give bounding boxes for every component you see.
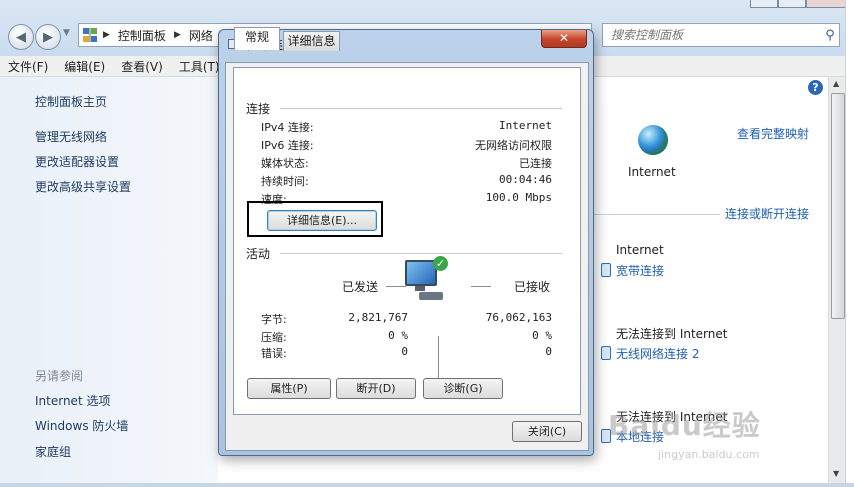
window-close-button[interactable] xyxy=(806,0,848,8)
recent-pages-dropdown-icon[interactable]: ▼ xyxy=(63,28,70,38)
errors-sent-value: 0 xyxy=(401,345,408,358)
received-label: 已接收 xyxy=(514,280,551,294)
watermark-url: jingyan.baidu.com xyxy=(658,448,760,461)
scroll-up-icon[interactable]: ▲ xyxy=(833,79,839,88)
search-icon[interactable]: ⚲ xyxy=(821,28,839,43)
sidebar-item-firewall[interactable]: Windows 防火墙 xyxy=(35,417,128,434)
tab-general[interactable]: 常规 xyxy=(234,27,280,50)
watermark: Baidu经验 jingyan.baidu.com xyxy=(608,398,816,468)
close-button[interactable]: 关闭(C) xyxy=(512,421,582,442)
diagnose-button[interactable]: 诊断(G) xyxy=(423,378,503,399)
sidebar-item-manage-wireless[interactable]: 管理无线网络 xyxy=(35,128,107,145)
ipv6-label: IPv6 连接: xyxy=(261,139,314,152)
highlight-box xyxy=(247,201,383,237)
watermark-logo: Baidu经验 xyxy=(608,409,761,442)
connection-link-broadband[interactable]: 宽带连接 xyxy=(616,262,664,279)
network-activity-icon: ✓ xyxy=(401,256,457,302)
modem-icon xyxy=(419,292,443,300)
see-also-heading: 另请参阅 xyxy=(35,369,84,383)
maximize-button[interactable] xyxy=(778,0,806,8)
bytes-sent-value: 2,821,767 xyxy=(348,311,408,324)
back-arrow-icon: ◀ xyxy=(16,29,26,45)
search-input[interactable] xyxy=(609,25,821,45)
network-access-2: 无法连接到 Internet xyxy=(616,327,728,341)
window-border xyxy=(0,483,854,487)
connection-status-dialog: 宽带连接 状态 ✕ 常规 详细信息 连接 IPv4 连接: Internet I… xyxy=(218,27,594,456)
speed-value: 100.0 Mbps xyxy=(485,191,552,204)
back-button[interactable]: ◀ xyxy=(8,24,34,50)
sidebar: 控制面板主页 管理无线网络 更改适配器设置 更改高级共享设置 另请参阅 Inte… xyxy=(0,77,218,483)
group-divider xyxy=(280,108,562,109)
internet-map-label: Internet xyxy=(628,165,676,179)
bytes-label: 字节: xyxy=(261,313,287,326)
checkmark-icon: ✓ xyxy=(433,256,448,271)
forward-arrow-icon: ▶ xyxy=(43,29,53,45)
ipv4-value: Internet xyxy=(499,119,552,132)
disable-button[interactable]: 断开(D) xyxy=(336,378,416,399)
general-tab-panel: 连接 IPv4 连接: Internet IPv6 连接: 无网络访问权限 媒体… xyxy=(233,67,581,415)
duration-value: 00:04:46 xyxy=(499,173,552,186)
sidebar-item-adapter-settings[interactable]: 更改适配器设置 xyxy=(35,153,119,170)
control-panel-icon xyxy=(83,28,97,42)
media-state-label: 媒体状态: xyxy=(261,157,309,170)
divider xyxy=(594,214,720,215)
menu-file[interactable]: 文件(F) xyxy=(0,58,56,75)
close-icon: ✕ xyxy=(558,31,570,45)
sidebar-item-homegroup[interactable]: 家庭组 xyxy=(35,443,71,460)
sidebar-home-link[interactable]: 控制面板主页 xyxy=(35,93,107,110)
sidebar-item-internet-options[interactable]: Internet 选项 xyxy=(35,392,110,409)
errors-received-value: 0 xyxy=(545,345,552,358)
dialog-close-button[interactable]: ✕ xyxy=(541,30,587,48)
menu-view[interactable]: 查看(V) xyxy=(113,58,171,75)
forward-button[interactable]: ▶ xyxy=(35,24,61,50)
duration-label: 持续时间: xyxy=(261,175,309,188)
group-divider xyxy=(280,253,562,254)
ipv4-label: IPv4 连接: xyxy=(261,121,314,134)
chevron-right-icon: ▶ xyxy=(173,30,181,40)
sidebar-item-sharing-settings[interactable]: 更改高级共享设置 xyxy=(35,178,131,195)
minimize-button[interactable] xyxy=(750,0,778,8)
tab-details[interactable]: 详细信息 xyxy=(283,31,340,51)
sent-label: 已发送 xyxy=(342,280,379,294)
view-full-map-link[interactable]: 查看完整映射 xyxy=(737,125,809,142)
connector-line xyxy=(471,286,491,287)
activity-group-title: 活动 xyxy=(246,245,275,262)
connection-group-title: 连接 xyxy=(246,100,275,117)
errors-label: 错误: xyxy=(261,347,287,360)
compression-received-value: 0 % xyxy=(532,329,552,342)
window-border xyxy=(845,0,854,487)
scroll-down-icon[interactable]: ▼ xyxy=(833,469,839,478)
connection-link-wireless[interactable]: 无线网络连接 2 xyxy=(616,345,699,362)
chevron-right-icon: ▶ xyxy=(103,30,110,40)
bytes-received-value: 76,062,163 xyxy=(485,311,552,324)
monitor-stand xyxy=(415,286,425,291)
scrollbar-thumb[interactable] xyxy=(831,93,845,319)
media-state-value: 已连接 xyxy=(519,157,552,170)
globe-icon xyxy=(638,125,668,155)
search-box: ⚲ xyxy=(602,23,840,47)
menu-edit[interactable]: 编辑(E) xyxy=(56,58,113,75)
properties-button[interactable]: 属性(P) xyxy=(247,378,331,399)
network-access-1: Internet xyxy=(616,243,664,257)
ipv6-value: 无网络访问权限 xyxy=(475,139,552,152)
vertical-scrollbar[interactable]: ▲ ▼ xyxy=(828,77,846,483)
connect-disconnect-link[interactable]: 连接或断开连接 xyxy=(725,205,809,222)
window-controls xyxy=(750,0,848,8)
help-icon[interactable]: ? xyxy=(808,80,823,95)
breadcrumb-network[interactable]: 网络 xyxy=(189,27,213,44)
connection-icon xyxy=(601,263,611,277)
compression-sent-value: 0 % xyxy=(388,329,408,342)
compression-label: 压缩: xyxy=(261,331,287,344)
breadcrumb-control-panel[interactable]: 控制面板 xyxy=(118,27,166,44)
connection-icon xyxy=(601,346,611,360)
